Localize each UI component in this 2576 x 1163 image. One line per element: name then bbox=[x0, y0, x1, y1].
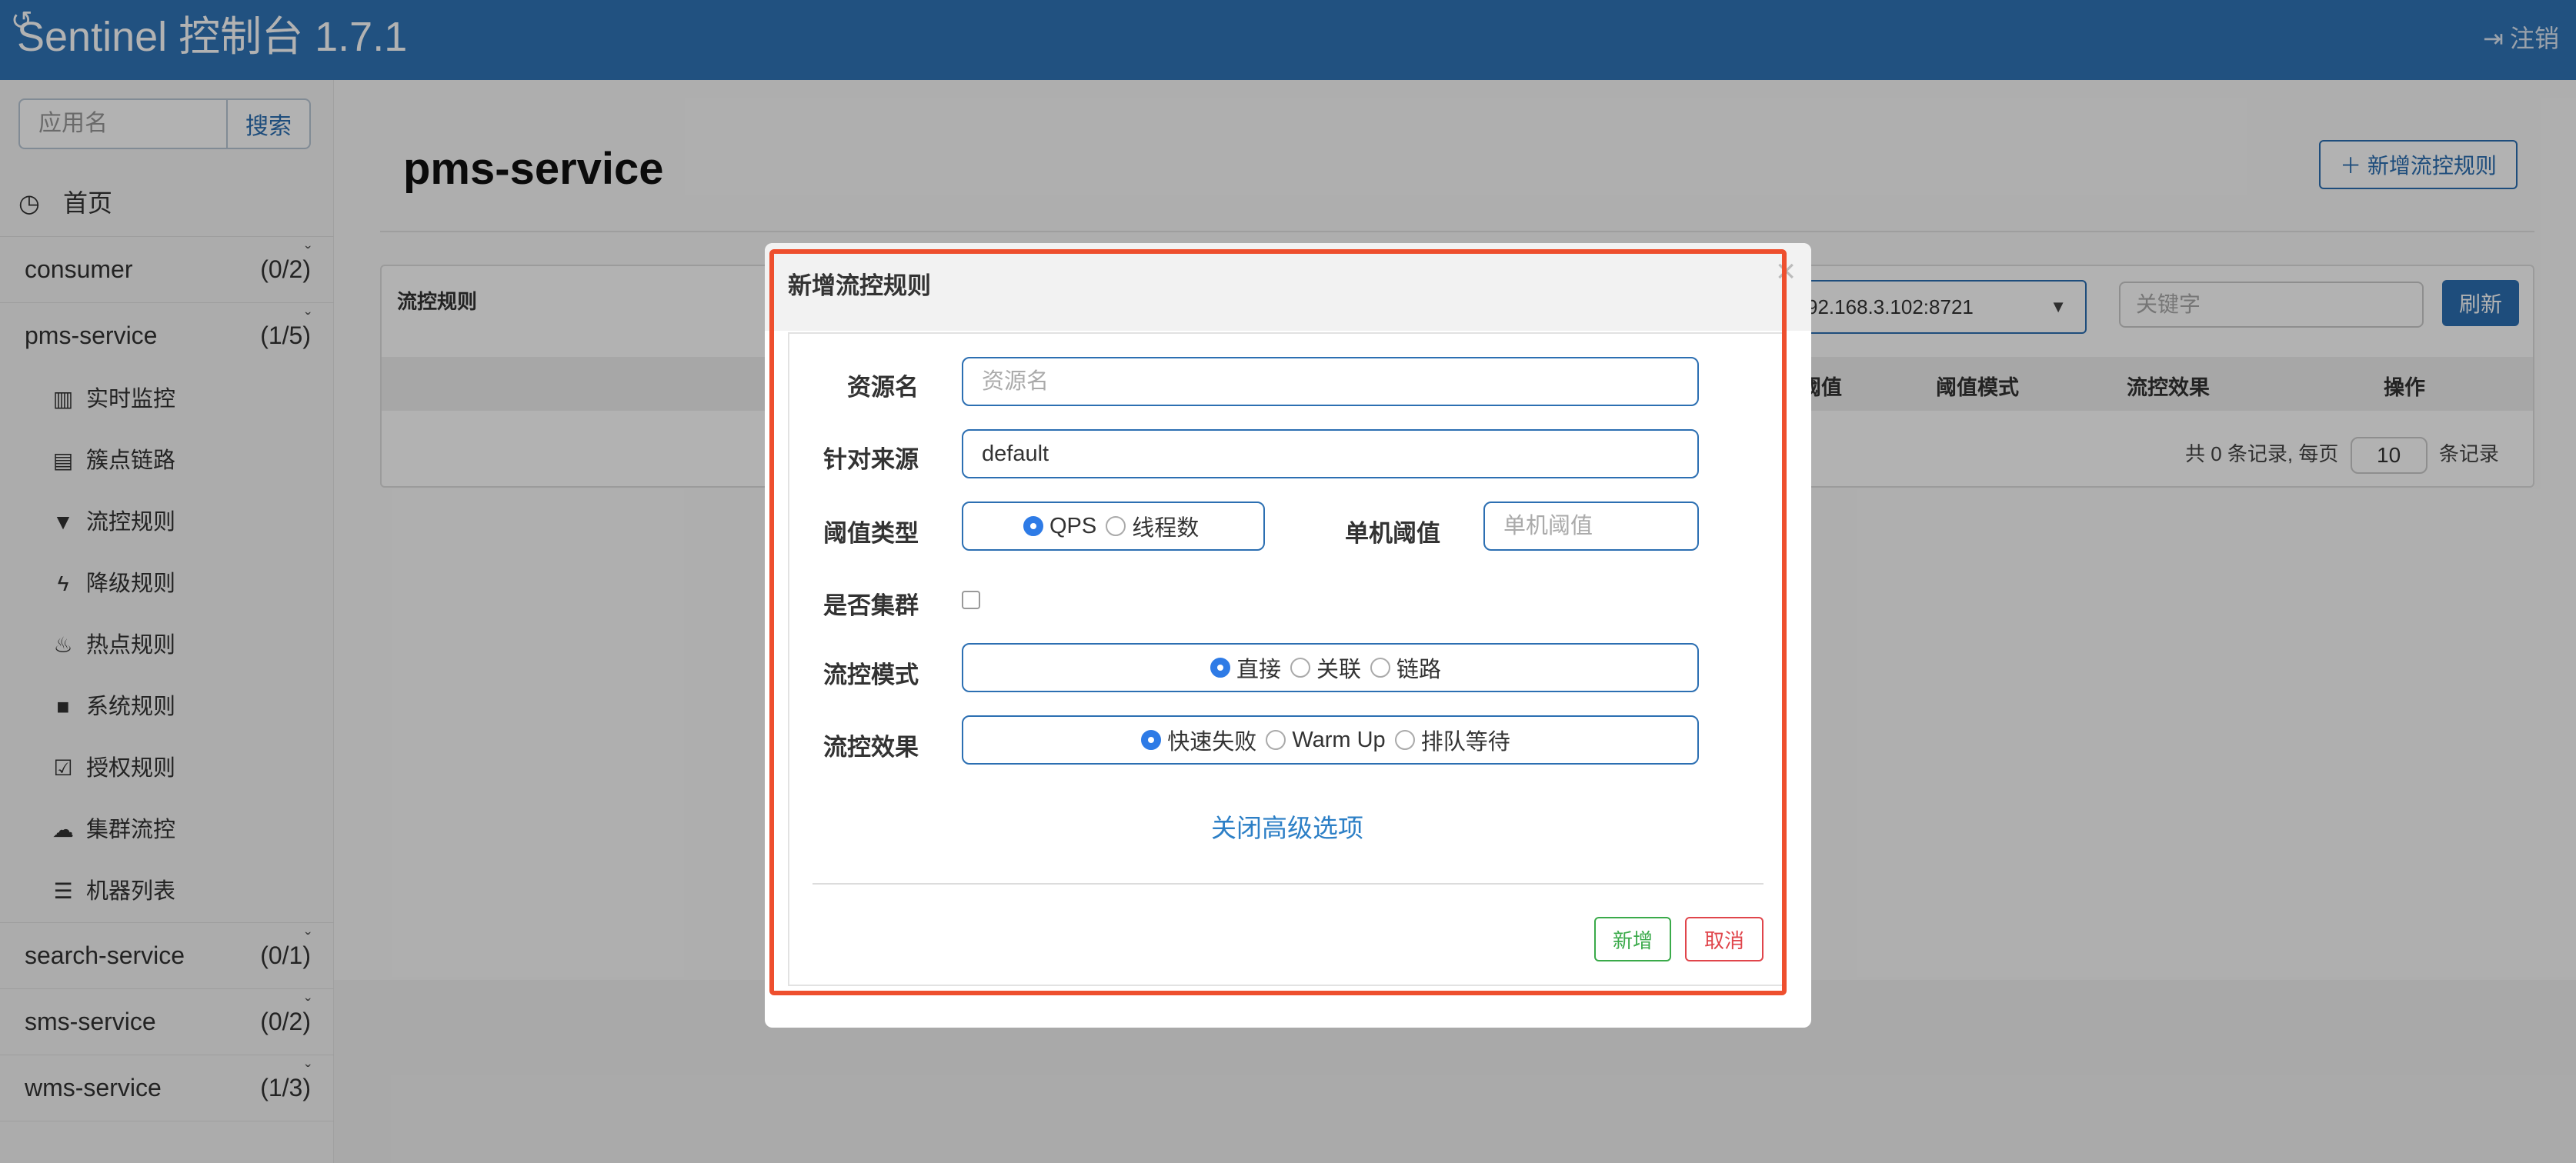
radio-label: 链路 bbox=[1396, 658, 1442, 682]
radio-direct[interactable]: 直接 bbox=[1210, 651, 1281, 684]
radio-fast-fail[interactable]: 快速失败 bbox=[1141, 724, 1256, 756]
radio-dot bbox=[1106, 516, 1126, 536]
cancel-button[interactable]: 取消 bbox=[1685, 917, 1763, 961]
add-button[interactable]: 新增 bbox=[1594, 917, 1671, 961]
radio-label: 排队等待 bbox=[1420, 730, 1510, 755]
origin-label: 针对来源 bbox=[823, 446, 919, 473]
cluster-checkbox[interactable] bbox=[962, 591, 980, 609]
flow-effect-label: 流控效果 bbox=[823, 734, 919, 761]
radio-relate[interactable]: 关联 bbox=[1290, 651, 1361, 684]
cluster-label: 是否集群 bbox=[823, 592, 919, 619]
radio-label: 线程数 bbox=[1132, 516, 1200, 541]
radio-label: 关联 bbox=[1316, 658, 1361, 682]
radio-queue-wait[interactable]: 排队等待 bbox=[1394, 724, 1510, 756]
toggle-advanced-options-link[interactable]: 关闭高级选项 bbox=[1154, 808, 1420, 845]
close-icon[interactable]: × bbox=[1776, 252, 1796, 291]
radio-chain[interactable]: 链路 bbox=[1370, 651, 1441, 684]
radio-dot-selected bbox=[1023, 516, 1043, 536]
radio-dot bbox=[1290, 658, 1310, 678]
radio-dot-selected bbox=[1210, 658, 1230, 678]
radio-thread-count[interactable]: 线程数 bbox=[1106, 510, 1199, 542]
threshold-type-label: 阈值类型 bbox=[823, 520, 919, 547]
resource-name-label: 资源名 bbox=[847, 374, 919, 401]
radio-dot-selected bbox=[1141, 730, 1162, 750]
radio-dot bbox=[1394, 730, 1415, 750]
radio-label: 快速失败 bbox=[1167, 730, 1257, 755]
dialog-header: 新增流控规则 × bbox=[765, 243, 1811, 331]
radio-dot bbox=[1266, 730, 1286, 750]
resource-name-input[interactable] bbox=[962, 357, 1699, 406]
radio-label: QPS bbox=[1049, 513, 1097, 538]
threshold-type-group: QPS 线程数 bbox=[962, 502, 1265, 551]
dialog-title: 新增流控规则 bbox=[788, 272, 931, 299]
flow-effect-group: 快速失败 Warm Up 排队等待 bbox=[962, 715, 1699, 765]
radio-warm-up[interactable]: Warm Up bbox=[1266, 727, 1386, 753]
single-threshold-input[interactable] bbox=[1483, 502, 1699, 551]
radio-qps[interactable]: QPS bbox=[1023, 514, 1096, 539]
flow-mode-label: 流控模式 bbox=[823, 661, 919, 688]
radio-label: 直接 bbox=[1236, 658, 1281, 682]
flow-mode-group: 直接 关联 链路 bbox=[962, 643, 1699, 692]
origin-input[interactable] bbox=[962, 429, 1699, 478]
radio-label: Warm Up bbox=[1292, 727, 1386, 752]
radio-dot bbox=[1370, 658, 1390, 678]
dialog-divider bbox=[813, 883, 1763, 885]
single-threshold-label: 单机阈值 bbox=[1345, 520, 1440, 547]
